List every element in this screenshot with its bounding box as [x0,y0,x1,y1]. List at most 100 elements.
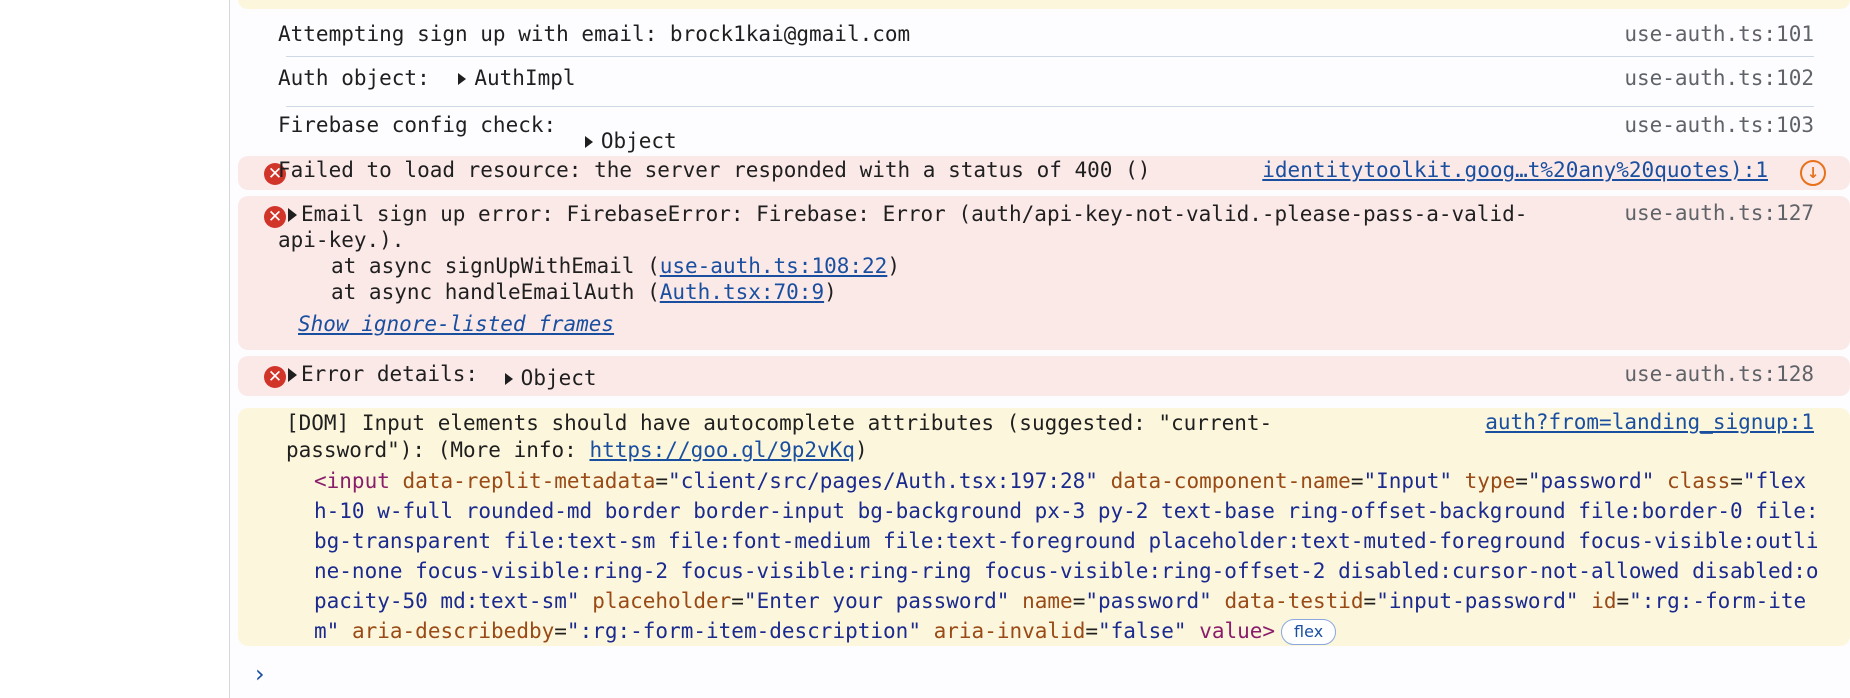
quote: " [1085,589,1098,613]
expand-object-toggle[interactable]: Object [581,129,677,153]
log-source-link[interactable]: use-auth.ts:127 [1624,201,1814,225]
attribute-equals: = [1515,469,1528,493]
attribute-equals: = [554,619,567,643]
attribute-value: Input [1376,469,1440,493]
show-ignore-listed-frames-link[interactable]: Show ignore-listed frames [278,312,614,336]
quote: " [1376,589,1389,613]
attribute-value: Enter your password [756,589,997,613]
network-request-icon[interactable]: ↓ [1800,160,1826,186]
stack-frame-text: at async handleEmailAuth ( [331,280,660,304]
html-attribute: data-component-name="Input" [1111,469,1452,493]
expand-error-toggle[interactable] [278,202,301,226]
log-source-link[interactable]: use-auth.ts:103 [1624,113,1814,137]
stack-frame-text: at async signUpWithEmail ( [331,254,660,278]
stack-frame-text: ) [824,280,837,304]
quote: " [326,619,340,643]
html-tag-open: <input [314,469,390,493]
console-sidebar [0,0,230,698]
quote: " [743,589,757,613]
error-row: ✕ Email sign up error: FirebaseError: Fi… [238,196,1850,350]
html-attribute: placeholder="Enter your password" [592,589,1009,613]
html-attribute: data-replit-metadata="client/src/pages/A… [403,469,1098,493]
html-attribute: data-testid="input-password" [1224,589,1578,613]
dom-element-snippet[interactable]: <input data-replit-metadata="client/src/… [314,466,1826,646]
stack-frame-link[interactable]: use-auth.ts:108:22 [660,254,888,278]
attribute-equals: = [655,469,669,493]
attribute-equals: = [1616,589,1630,613]
attribute-equals: = [1072,589,1086,613]
warning-source-link[interactable]: auth?from=landing_signup:1 [1485,410,1814,434]
html-attribute: aria-describedby=":rg:-form-item-descrip… [352,619,921,643]
stack-frame: at async handleEmailAuth (Auth.tsx:70:9) [278,280,837,304]
attribute-name: placeholder [592,589,732,613]
error-message: Error details: Object [278,362,597,390]
attribute-equals: = [1350,469,1364,493]
log-source-link[interactable]: use-auth.ts:101 [1624,22,1814,46]
log-label: Firebase config check: [278,113,557,137]
chevron-right-icon: › [255,660,265,688]
attribute-name: name [1022,589,1073,613]
stack-frame-text: ) [887,254,900,278]
stack-frame: at async signUpWithEmail (use-auth.ts:10… [278,254,900,278]
attribute-name: aria-invalid [933,619,1086,643]
html-tag-close: value> [1199,619,1276,643]
attribute-equals: = [1363,589,1377,613]
quote: " [566,619,580,643]
attribute-name: type [1464,469,1516,493]
quote: " [1173,619,1187,643]
object-name: Object [520,366,597,390]
attribute-value: password [1540,469,1642,493]
log-label: Auth object: [278,66,430,90]
quote: " [1565,589,1579,613]
flex-badge[interactable]: flex [1281,619,1337,645]
attribute-value: false [1110,619,1174,643]
warning-remnant [238,0,1850,9]
attribute-equals: = [1085,619,1098,643]
quote: " [668,469,681,493]
expand-triangle-icon [584,136,593,148]
expand-error-toggle[interactable] [278,362,301,386]
quote: " [566,589,580,613]
console-prompt[interactable]: › [255,660,265,688]
attribute-name: data-component-name [1110,469,1351,493]
error-message: Email sign up error: FirebaseError: Fire… [278,201,1527,343]
quote: " [996,589,1010,613]
error-message: Failed to load resource: the server resp… [278,158,1151,182]
log-source-link[interactable]: use-auth.ts:102 [1624,66,1814,90]
attribute-value: :rg:-form-item-description [579,619,909,643]
log-source-link[interactable]: use-auth.ts:128 [1624,362,1814,386]
attribute-equals: = [731,589,744,613]
quote: " [1439,469,1452,493]
expand-triangle-icon [504,373,513,385]
quote: " [1742,469,1756,493]
error-row: ✕ Failed to load resource: the server re… [238,156,1850,190]
error-source-link[interactable]: identitytoolkit.goog…t%20any%20quotes):1 [1262,158,1768,182]
warning-text-line: [DOM] Input elements should have autocom… [286,411,1273,435]
warning-text-line: password"): (More info: [286,438,590,462]
expand-triangle-icon [288,208,297,222]
quote: " [1641,469,1655,493]
html-attribute: name="password" [1022,589,1212,613]
expand-triangle-icon [458,73,467,85]
attribute-name: class [1667,469,1731,493]
more-info-link[interactable]: https://goo.gl/9p2vKq [589,438,855,462]
html-attribute: aria-invalid="false" [934,619,1187,643]
expand-triangle-icon [288,368,297,382]
object-name: AuthImpl [474,66,576,90]
log-message: Auth object: AuthImpl [278,66,576,90]
expand-object-toggle[interactable]: AuthImpl [454,66,576,90]
attribute-value: password [1098,589,1200,613]
expand-object-toggle[interactable]: Object [501,366,597,390]
object-name: Object [600,129,677,153]
attribute-name: aria-describedby [351,619,555,643]
warning-text-line: ) [854,438,868,462]
error-label: Error details: [301,362,479,386]
stack-frame-link[interactable]: Auth.tsx:70:9 [660,280,824,304]
attribute-equals: = [1730,469,1743,493]
log-message: Firebase config check: Object [278,113,677,153]
attribute-value: client/src/pages/Auth.tsx:197:28 [680,469,1086,493]
warning-message: [DOM] Input elements should have autocom… [286,410,1272,464]
attribute-value: input-password [1388,589,1566,613]
quote: " [1363,469,1377,493]
error-row: ✕ Error details: Object use-auth.ts:128 [238,356,1850,396]
